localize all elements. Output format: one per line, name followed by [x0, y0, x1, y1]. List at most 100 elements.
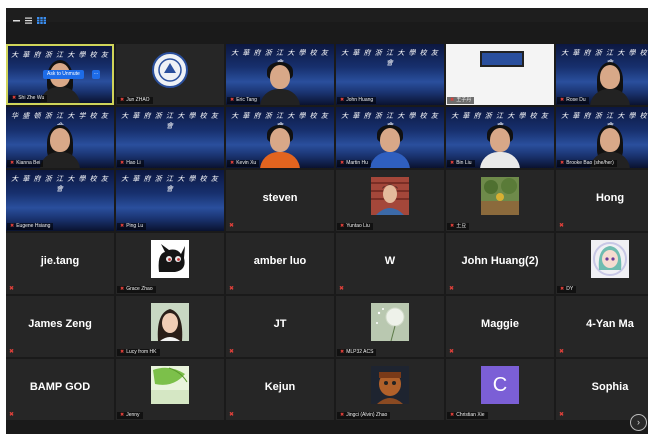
muted-mic-icon: ✖: [229, 223, 235, 229]
ask-to-unmute-button[interactable]: Ask to Unmute: [43, 70, 84, 79]
participant-tile[interactable]: 大 華 府 浙 江 大 學 校 友 會 ✖ John Huang: [336, 44, 444, 105]
participant-name: Jenny: [126, 412, 140, 418]
participant-tile[interactable]: 大 華 府 浙 江 大 學 校 友 會 ✖ Eugene Hsiang: [6, 170, 114, 231]
muted-mic-icon: ✖: [120, 97, 125, 103]
muted-mic-icon: ✖: [9, 412, 15, 418]
participant-name-label: ✖ Eric Tang: [227, 97, 260, 104]
muted-mic-icon: ✖: [340, 160, 345, 166]
participant-tile[interactable]: Sophia ✖: [556, 359, 648, 420]
participant-tile[interactable]: Kejun ✖: [226, 359, 334, 420]
muted-mic-icon: ✖: [10, 160, 15, 166]
participant-tile[interactable]: 大 華 府 浙 江 大 學 校 友 會✖Brooke Bao (she/her): [556, 107, 648, 168]
banner-calligraphy: 大 華 府 浙 江 大 學 校 友 會: [121, 175, 219, 193]
participant-name: Christian Xie: [456, 412, 485, 418]
participant-tile[interactable]: 大 華 府 浙 江 大 學 校 友 會✖Rose Du: [556, 44, 648, 105]
participant-display-name: Maggie: [481, 318, 519, 330]
profile-avatar: [591, 240, 629, 278]
participant-name: John Huang: [346, 97, 374, 103]
participant-tile[interactable]: ✖ DY: [556, 233, 648, 294]
participant-name: Brooke Bao (she/her): [566, 160, 614, 166]
participant-tile[interactable]: ✖ 土豆: [446, 170, 554, 231]
participant-tile[interactable]: 大 華 府 浙 江 大 學 校 友 會✖Eric Tang: [226, 44, 334, 105]
profile-avatar: [481, 177, 519, 215]
participant-name: Yuntao Liu: [346, 223, 370, 229]
participant-name: Hao Li: [126, 160, 141, 166]
background-banner: 大 華 府 浙 江 大 學 校 友 會: [116, 107, 224, 168]
muted-mic-icon: ✖: [230, 97, 235, 103]
participant-tile[interactable]: ✖ Grace Zhao: [116, 233, 224, 294]
participant-tile[interactable]: James Zeng ✖: [6, 296, 114, 357]
participant-name: Eric Tang: [236, 97, 257, 103]
background-banner: 大 華 府 浙 江 大 學 校 友 會: [6, 170, 114, 231]
muted-mic-icon: ✖: [9, 286, 15, 292]
participant-tile[interactable]: steven ✖: [226, 170, 334, 231]
participant-name-label: ✖ DY: [557, 286, 577, 293]
participant-display-name: jie.tang: [40, 255, 80, 267]
participant-display-name: W: [384, 255, 396, 267]
shared-image: [480, 51, 524, 67]
muted-mic-icon: ✖: [450, 412, 455, 418]
participant-name-label: ✖ Jingci (Alvin) Zhao: [337, 412, 391, 419]
university-logo: [151, 51, 189, 89]
participant-display-name: Kejun: [264, 381, 296, 393]
profile-avatar: [371, 177, 409, 215]
muted-mic-icon: ✖: [559, 223, 565, 229]
participant-video: [478, 124, 522, 168]
participant-tile[interactable]: jie.tang ✖: [6, 233, 114, 294]
participant-tile[interactable]: amber luo ✖: [226, 233, 334, 294]
participant-tile[interactable]: 华 盛 顿 浙 江 大 学 校 友 会✖Kianna Bei: [6, 107, 114, 168]
banner-calligraphy: 大 華 府 浙 江 大 學 校 友 會: [341, 49, 439, 67]
participant-tile[interactable]: ✖ MLP32 ACS: [336, 296, 444, 357]
participant-tile[interactable]: 大 華 府 浙 江 大 學 校 友 會 ✖ Hao Li: [116, 107, 224, 168]
muted-mic-icon: ✖: [120, 349, 125, 355]
muted-mic-icon: ✖: [560, 160, 565, 166]
participant-name-label: ✖ Jenny: [117, 412, 143, 419]
minimize-icon[interactable]: [12, 11, 21, 22]
participant-tile[interactable]: 大 華 府 浙 江 大 學 校 友 會 ✖ Ping Lu: [116, 170, 224, 231]
participant-name-label: ✖ Kevin Xu: [227, 160, 260, 167]
participant-name: Kianna Bei: [16, 160, 41, 166]
participant-name-label: ✖ Hao Li: [117, 160, 144, 167]
muted-mic-icon: ✖: [450, 97, 455, 103]
muted-mic-icon: ✖: [340, 97, 345, 103]
participant-tile[interactable]: Hong ✖: [556, 170, 648, 231]
next-page-button[interactable]: ›: [630, 414, 647, 431]
participant-tile[interactable]: ✖ Lucy from HK: [116, 296, 224, 357]
participant-name-label: ✖ Ping Lu: [117, 223, 147, 230]
participant-tile[interactable]: ✖ Jingci (Alvin) Zhao: [336, 359, 444, 420]
participant-name: Grace Zhao: [126, 286, 153, 292]
participant-name-label: ✖ Jun ZHAO: [117, 97, 153, 104]
participant-tile[interactable]: Maggie ✖: [446, 296, 554, 357]
participant-tile[interactable]: ✖ 王子丹: [446, 44, 554, 105]
participant-tile[interactable]: BAMP GOD ✖: [6, 359, 114, 420]
participant-tile[interactable]: 大 華 府 浙 江 大 學 校 友 會✖Martin Hu: [336, 107, 444, 168]
gallery-view-icon[interactable]: [37, 11, 46, 24]
participant-tile[interactable]: ✖ Jun ZHAO: [116, 44, 224, 105]
participant-display-name: John Huang(2): [461, 255, 539, 267]
participant-tile[interactable]: 大 華 府 浙 江 大 學 校 友 會✖Kevin Xu: [226, 107, 334, 168]
muted-mic-icon: ✖: [12, 95, 17, 101]
participant-tile[interactable]: C ✖ Christian Xie: [446, 359, 554, 420]
participant-name-label: ✖ Lucy from HK: [117, 349, 160, 356]
participant-name-label: ✖ Eugene Hsiang: [7, 223, 54, 230]
muted-mic-icon: ✖: [10, 223, 15, 229]
participant-tile[interactable]: 4-Yan Ma ✖: [556, 296, 648, 357]
participant-tile[interactable]: JT ✖: [226, 296, 334, 357]
muted-mic-icon: ✖: [450, 160, 455, 166]
participant-tile[interactable]: 大 華 府 浙 江 大 學 校 友 會✖Bin Liu: [446, 107, 554, 168]
participant-video: [368, 124, 412, 168]
participant-tile[interactable]: John Huang(2) ✖: [446, 233, 554, 294]
participant-display-name: JT: [273, 318, 287, 330]
more-options-button[interactable]: ···: [92, 70, 100, 79]
participant-name: Bin Liu: [456, 160, 472, 166]
participant-name-label: ✖ John Huang: [337, 97, 377, 104]
menu-icon[interactable]: [24, 11, 33, 24]
participant-name-label: ✖ 王子丹: [447, 97, 475, 104]
participant-video: [258, 61, 302, 105]
participant-name: 土豆: [456, 223, 467, 229]
participant-tile[interactable]: ✖ Jenny: [116, 359, 224, 420]
participant-tile[interactable]: ✖ Yuntao Liu: [336, 170, 444, 231]
participant-tile[interactable]: W ✖: [336, 233, 444, 294]
participant-name: Jingci (Alvin) Zhao: [346, 412, 388, 418]
muted-mic-icon: ✖: [230, 160, 235, 166]
